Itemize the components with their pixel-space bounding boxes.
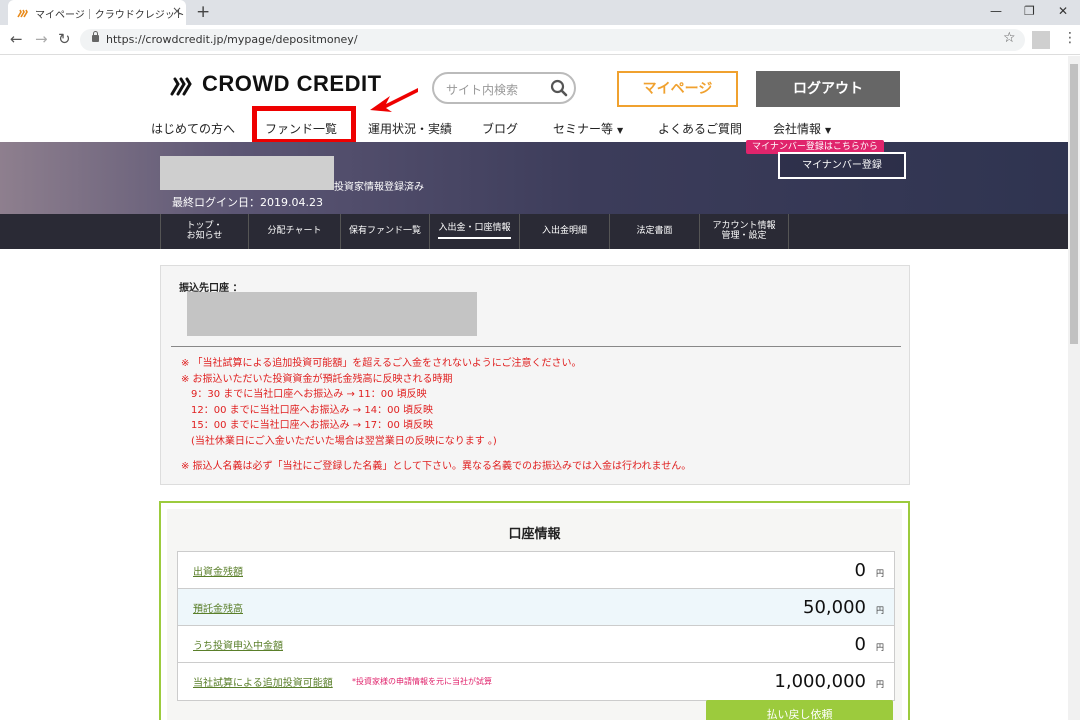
user-banner: 投資家情報登録済み 最終ログイン日：2019.04.23 マイナンバー登録はこち… — [0, 140, 1068, 214]
chevron-down-icon: ▼ — [825, 126, 832, 135]
note-line: ※ 振込人名義は必ず「当社にご登録した名義」として下さい。異なる名義でのお振込み… — [181, 461, 692, 472]
note-line: (当社休業日にご入金いただいた場合は翌営業日の反映になります 。) — [181, 435, 497, 447]
note-line: 9：30 までに当社口座へお振込み → 11：00 頃反映 — [181, 389, 427, 400]
row-unit: 円 — [876, 680, 884, 689]
investor-status-text: 投資家情報登録済み — [334, 182, 424, 193]
nav-faq[interactable]: よくあるご質問 — [658, 120, 742, 137]
nav-performance[interactable]: 運用状況・実績 — [368, 120, 452, 137]
tab-label: トップ・ お知らせ — [186, 220, 223, 241]
redacted-bank-account — [187, 292, 477, 336]
tab-close-icon[interactable]: × — [172, 4, 182, 18]
table-row: 預託金残高 50,000 円 — [178, 589, 894, 626]
scrollbar[interactable] — [1068, 56, 1080, 720]
additional-investment-link[interactable]: 当社試算による追加投資可能額 — [193, 674, 333, 689]
table-row: 出資金残額 0 円 — [178, 552, 894, 589]
tab-top-news[interactable]: トップ・ お知らせ — [160, 214, 248, 249]
note-line: ※ お振込いただいた投資資金が預託金残高に反映される時期 — [181, 373, 453, 385]
row-value: 1,000,000 — [774, 671, 866, 692]
mypage-button[interactable]: マイページ — [617, 71, 738, 107]
mypage-subnav: トップ・ お知らせ 分配チャート 保有ファンド一覧 入出金・口座情報 入出金明細 … — [0, 214, 1068, 249]
transfer-notes: ※ 「当社試算による追加投資可能額」を超えるご入金をされないようにご注意ください… — [181, 356, 691, 475]
search-placeholder: サイト内検索 — [446, 83, 519, 97]
tab-title: マイページ｜クラウドクレジット — [35, 10, 185, 21]
redacted-user-name — [160, 156, 334, 190]
refund-request-button[interactable]: 払い戻し依頼 — [706, 700, 893, 720]
investment-balance-link[interactable]: 出資金残額 — [193, 563, 243, 578]
account-info-box: 口座情報 出資金残額 0 円 預託金残高 50,000 円 うち投資申込中金額 … — [159, 501, 910, 720]
deposit-balance-link[interactable]: 預託金残高 — [193, 600, 243, 615]
nav-company-label: 会社情報 — [773, 122, 822, 136]
page-content: CROWD CREDIT サイト内検索 マイページ ログアウト はじめての方へ … — [0, 56, 1068, 720]
tab-label: 分配チャート — [267, 225, 322, 236]
account-info-inner: 口座情報 出資金残額 0 円 預託金残高 50,000 円 うち投資申込中金額 … — [167, 509, 902, 720]
restore-icon[interactable]: ❐ — [1024, 4, 1035, 18]
browser-tab-bar: マイページ｜クラウドクレジット × + — ❐ ✕ — [0, 0, 1080, 25]
tab-label: 法定書面 — [636, 225, 673, 236]
tab-distribution-chart[interactable]: 分配チャート — [248, 214, 340, 249]
nav-company[interactable]: 会社情報 ▼ — [773, 120, 831, 137]
browser-tab[interactable]: マイページ｜クラウドクレジット × — [8, 0, 186, 25]
scrollbar-thumb[interactable] — [1070, 64, 1078, 344]
logout-button[interactable]: ログアウト — [756, 71, 900, 107]
lock-icon — [92, 31, 99, 42]
row-note: *投資家様の申請情報を元に当社が試算 — [352, 677, 492, 686]
forward-icon[interactable]: → — [35, 30, 48, 48]
logo-text: CROWD CREDIT — [202, 71, 382, 96]
tab-deposit-account[interactable]: 入出金・口座情報 — [429, 214, 519, 249]
pending-application-link[interactable]: うち投資申込中金額 — [193, 637, 283, 652]
nav-seminar[interactable]: セミナー等 ▼ — [553, 120, 623, 137]
account-info-title: 口座情報 — [508, 527, 561, 542]
window-close-icon[interactable]: ✕ — [1058, 4, 1068, 18]
new-tab-button[interactable]: + — [196, 2, 210, 22]
address-bar-row: ← → ↻ https://crowdcredit.jp/mypage/depo… — [0, 25, 1080, 55]
row-unit: 円 — [876, 643, 884, 652]
logo-mark-icon — [170, 77, 192, 96]
tab-label: 入出金明細 — [541, 225, 587, 236]
nav-blog[interactable]: ブログ — [482, 120, 518, 137]
row-value: 50,000 — [803, 597, 866, 618]
search-icon[interactable] — [550, 79, 568, 97]
extension-icon[interactable] — [1032, 31, 1050, 49]
nav-beginners[interactable]: はじめての方へ — [151, 120, 235, 137]
red-highlight-box — [252, 106, 356, 144]
tab-transaction-history[interactable]: 入出金明細 — [519, 214, 609, 249]
bank-transfer-box: 振込先口座 ： ※ 「当社試算による追加投資可能額」を超えるご入金をされないよう… — [160, 265, 910, 485]
reload-icon[interactable]: ↻ — [58, 30, 71, 48]
back-icon[interactable]: ← — [10, 30, 23, 48]
tab-label: 保有ファンド一覧 — [348, 225, 421, 236]
tab-label: アカウント情報 管理・設定 — [712, 220, 776, 241]
mynumber-register-button[interactable]: マイナンバー登録 — [778, 152, 906, 179]
account-table: 出資金残額 0 円 預託金残高 50,000 円 うち投資申込中金額 0 円 当… — [177, 551, 895, 701]
note-spacer — [181, 449, 691, 459]
table-row: 当社試算による追加投資可能額 *投資家様の申請情報を元に当社が試算 1,000,… — [178, 663, 894, 700]
minimize-icon[interactable]: — — [990, 4, 1002, 18]
row-value: 0 — [854, 560, 866, 581]
row-unit: 円 — [876, 606, 884, 615]
row-value: 0 — [854, 634, 866, 655]
note-line: ※ 「当社試算による追加投資可能額」を超えるご入金をされないようにご注意ください… — [181, 358, 582, 369]
tab-account-settings[interactable]: アカウント情報 管理・設定 — [699, 214, 789, 249]
site-logo[interactable]: CROWD CREDIT — [168, 70, 382, 98]
note-line: 12：00 までに当社口座へお振込み → 14：00 頃反映 — [181, 404, 433, 416]
chevron-down-icon: ▼ — [617, 126, 624, 135]
divider — [171, 346, 901, 347]
red-arrow-annotation-icon — [370, 88, 418, 112]
tab-legal-documents[interactable]: 法定書面 — [609, 214, 699, 249]
site-favicon-icon — [17, 9, 28, 18]
row-unit: 円 — [876, 569, 884, 578]
bookmark-star-icon[interactable]: ☆ — [1003, 30, 1016, 46]
note-line: 15：00 までに当社口座へお振込み → 17：00 頃反映 — [181, 420, 433, 431]
tab-label: 入出金・口座情報 — [438, 223, 511, 239]
table-row: うち投資申込中金額 0 円 — [178, 626, 894, 663]
nav-seminar-label: セミナー等 — [553, 122, 614, 136]
tab-holdings[interactable]: 保有ファンド一覧 — [340, 214, 429, 249]
site-search-input[interactable]: サイト内検索 — [432, 72, 576, 104]
last-login-text: 最終ログイン日：2019.04.23 — [172, 196, 323, 209]
browser-menu-icon[interactable]: ⋮ — [1063, 30, 1077, 46]
url-text[interactable]: https://crowdcredit.jp/mypage/depositmon… — [106, 33, 358, 46]
